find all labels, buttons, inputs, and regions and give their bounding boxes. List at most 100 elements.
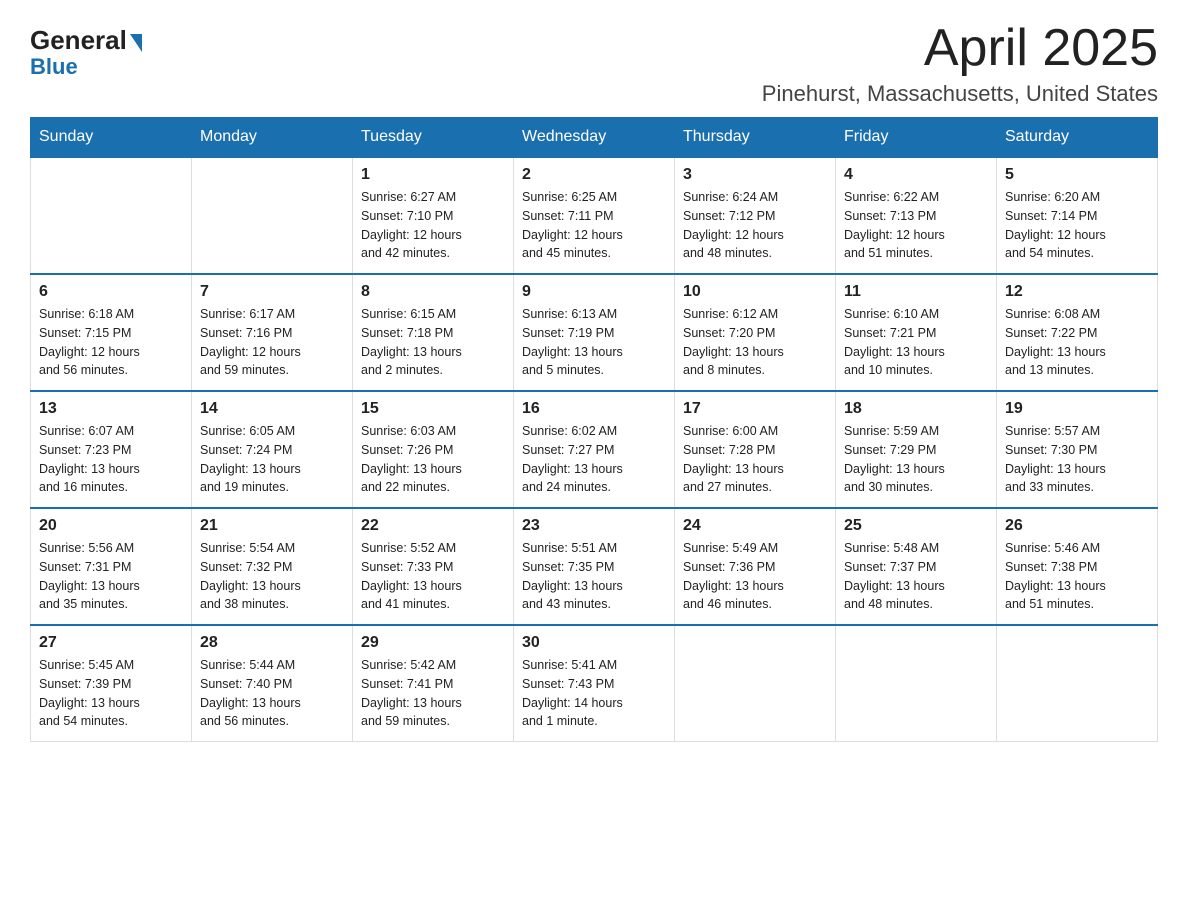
page-title: April 2025 bbox=[762, 20, 1158, 77]
calendar-cell: 12Sunrise: 6:08 AMSunset: 7:22 PMDayligh… bbox=[997, 274, 1158, 391]
day-info: Sunrise: 5:48 AMSunset: 7:37 PMDaylight:… bbox=[844, 539, 988, 614]
day-info: Sunrise: 6:13 AMSunset: 7:19 PMDaylight:… bbox=[522, 305, 666, 380]
day-number: 25 bbox=[844, 517, 988, 535]
day-number: 13 bbox=[39, 400, 183, 418]
calendar-cell: 14 Sunrise: 6:05 AMSunset: 7:24 PMDayligh… bbox=[192, 391, 353, 508]
day-info: Sunrise: 5:45 AMSunset: 7:39 PMDaylight:… bbox=[39, 656, 183, 731]
day-number: 4 bbox=[844, 166, 988, 184]
day-number: 22 bbox=[361, 517, 505, 535]
col-sunday: Sunday bbox=[31, 118, 192, 158]
calendar-body: 1Sunrise: 6:27 AMSunset: 7:10 PMDaylight… bbox=[31, 157, 1158, 742]
calendar-cell: 22 Sunrise: 5:52 AMSunset: 7:33 PMDayligh… bbox=[353, 508, 514, 625]
day-number: 17 bbox=[683, 400, 827, 418]
days-of-week-row: Sunday Monday Tuesday Wednesday Thursday… bbox=[31, 118, 1158, 158]
day-info: Sunrise: 5:52 AMSunset: 7:33 PMDaylight:… bbox=[361, 539, 505, 614]
day-info: Sunrise: 6:00 AMSunset: 7:28 PMDaylight:… bbox=[683, 422, 827, 497]
calendar-table: Sunday Monday Tuesday Wednesday Thursday… bbox=[30, 117, 1158, 742]
day-number: 19 bbox=[1005, 400, 1149, 418]
calendar-cell bbox=[675, 625, 836, 742]
calendar-week-2: 6 Sunrise: 6:18 AMSunset: 7:15 PMDaylight… bbox=[31, 274, 1158, 391]
calendar-cell: 16 Sunrise: 6:02 AMSunset: 7:27 PMDayligh… bbox=[514, 391, 675, 508]
calendar-cell: 4 Sunrise: 6:22 AMSunset: 7:13 PMDaylight… bbox=[836, 157, 997, 274]
col-friday: Friday bbox=[836, 118, 997, 158]
calendar-cell: 23 Sunrise: 5:51 AMSunset: 7:35 PMDayligh… bbox=[514, 508, 675, 625]
calendar-cell: 17 Sunrise: 6:00 AMSunset: 7:28 PMDayligh… bbox=[675, 391, 836, 508]
day-info: Sunrise: 5:44 AMSunset: 7:40 PMDaylight:… bbox=[200, 656, 344, 731]
calendar-week-3: 13 Sunrise: 6:07 AMSunset: 7:23 PMDayligh… bbox=[31, 391, 1158, 508]
col-tuesday: Tuesday bbox=[353, 118, 514, 158]
calendar-cell: 30 Sunrise: 5:41 AMSunset: 7:43 PMDayligh… bbox=[514, 625, 675, 742]
calendar-cell: 20 Sunrise: 5:56 AMSunset: 7:31 PMDayligh… bbox=[31, 508, 192, 625]
day-number: 27 bbox=[39, 634, 183, 652]
calendar-cell: 29Sunrise: 5:42 AMSunset: 7:41 PMDayligh… bbox=[353, 625, 514, 742]
calendar-cell: 19 Sunrise: 5:57 AMSunset: 7:30 PMDayligh… bbox=[997, 391, 1158, 508]
day-info: Sunrise: 6:12 AMSunset: 7:20 PMDaylight:… bbox=[683, 305, 827, 380]
day-info: Sunrise: 6:02 AMSunset: 7:27 PMDaylight:… bbox=[522, 422, 666, 497]
day-info: Sunrise: 6:24 AMSunset: 7:12 PMDaylight:… bbox=[683, 188, 827, 263]
day-info: Sunrise: 5:49 AMSunset: 7:36 PMDaylight:… bbox=[683, 539, 827, 614]
day-info: Sunrise: 5:41 AMSunset: 7:43 PMDaylight:… bbox=[522, 656, 666, 731]
calendar-cell: 10 Sunrise: 6:12 AMSunset: 7:20 PMDayligh… bbox=[675, 274, 836, 391]
day-number: 12 bbox=[1005, 283, 1149, 301]
day-number: 24 bbox=[683, 517, 827, 535]
day-info: Sunrise: 5:51 AMSunset: 7:35 PMDaylight:… bbox=[522, 539, 666, 614]
day-number: 11 bbox=[844, 283, 988, 301]
calendar-cell: 15 Sunrise: 6:03 AMSunset: 7:26 PMDayligh… bbox=[353, 391, 514, 508]
calendar-cell: 21Sunrise: 5:54 AMSunset: 7:32 PMDayligh… bbox=[192, 508, 353, 625]
calendar-week-4: 20 Sunrise: 5:56 AMSunset: 7:31 PMDayligh… bbox=[31, 508, 1158, 625]
calendar-cell: 25 Sunrise: 5:48 AMSunset: 7:37 PMDayligh… bbox=[836, 508, 997, 625]
calendar-cell: 27 Sunrise: 5:45 AMSunset: 7:39 PMDayligh… bbox=[31, 625, 192, 742]
day-number: 18 bbox=[844, 400, 988, 418]
day-info: Sunrise: 6:25 AMSunset: 7:11 PMDaylight:… bbox=[522, 188, 666, 263]
day-number: 15 bbox=[361, 400, 505, 418]
logo: General Blue bbox=[30, 20, 142, 80]
day-info: Sunrise: 6:18 AMSunset: 7:15 PMDaylight:… bbox=[39, 305, 183, 380]
calendar-cell: 3Sunrise: 6:24 AMSunset: 7:12 PMDaylight… bbox=[675, 157, 836, 274]
calendar-cell: 18 Sunrise: 5:59 AMSunset: 7:29 PMDayligh… bbox=[836, 391, 997, 508]
day-info: Sunrise: 6:22 AMSunset: 7:13 PMDaylight:… bbox=[844, 188, 988, 263]
day-info: Sunrise: 6:20 AMSunset: 7:14 PMDaylight:… bbox=[1005, 188, 1149, 263]
logo-general-text: General bbox=[30, 25, 142, 56]
day-number: 8 bbox=[361, 283, 505, 301]
day-number: 20 bbox=[39, 517, 183, 535]
day-number: 7 bbox=[200, 283, 344, 301]
calendar-cell: 8 Sunrise: 6:15 AMSunset: 7:18 PMDaylight… bbox=[353, 274, 514, 391]
calendar-cell: 2Sunrise: 6:25 AMSunset: 7:11 PMDaylight… bbox=[514, 157, 675, 274]
page-subtitle: Pinehurst, Massachusetts, United States bbox=[762, 81, 1158, 107]
day-number: 26 bbox=[1005, 517, 1149, 535]
day-info: Sunrise: 6:03 AMSunset: 7:26 PMDaylight:… bbox=[361, 422, 505, 497]
col-wednesday: Wednesday bbox=[514, 118, 675, 158]
day-info: Sunrise: 5:57 AMSunset: 7:30 PMDaylight:… bbox=[1005, 422, 1149, 497]
calendar-cell bbox=[836, 625, 997, 742]
day-info: Sunrise: 6:05 AMSunset: 7:24 PMDaylight:… bbox=[200, 422, 344, 497]
calendar-cell bbox=[192, 157, 353, 274]
day-number: 30 bbox=[522, 634, 666, 652]
day-number: 29 bbox=[361, 634, 505, 652]
col-saturday: Saturday bbox=[997, 118, 1158, 158]
day-number: 23 bbox=[522, 517, 666, 535]
calendar-cell: 9Sunrise: 6:13 AMSunset: 7:19 PMDaylight… bbox=[514, 274, 675, 391]
calendar-cell: 26Sunrise: 5:46 AMSunset: 7:38 PMDayligh… bbox=[997, 508, 1158, 625]
day-number: 6 bbox=[39, 283, 183, 301]
col-monday: Monday bbox=[192, 118, 353, 158]
day-info: Sunrise: 5:56 AMSunset: 7:31 PMDaylight:… bbox=[39, 539, 183, 614]
page-header: General Blue April 2025 Pinehurst, Massa… bbox=[30, 20, 1158, 107]
day-number: 5 bbox=[1005, 166, 1149, 184]
calendar-cell: 5 Sunrise: 6:20 AMSunset: 7:14 PMDaylight… bbox=[997, 157, 1158, 274]
day-number: 10 bbox=[683, 283, 827, 301]
calendar-week-1: 1Sunrise: 6:27 AMSunset: 7:10 PMDaylight… bbox=[31, 157, 1158, 274]
day-number: 16 bbox=[522, 400, 666, 418]
day-number: 14 bbox=[200, 400, 344, 418]
day-number: 1 bbox=[361, 166, 505, 184]
day-number: 28 bbox=[200, 634, 344, 652]
day-info: Sunrise: 6:17 AMSunset: 7:16 PMDaylight:… bbox=[200, 305, 344, 380]
day-info: Sunrise: 6:07 AMSunset: 7:23 PMDaylight:… bbox=[39, 422, 183, 497]
calendar-cell: 13 Sunrise: 6:07 AMSunset: 7:23 PMDayligh… bbox=[31, 391, 192, 508]
day-number: 21 bbox=[200, 517, 344, 535]
calendar-cell: 1Sunrise: 6:27 AMSunset: 7:10 PMDaylight… bbox=[353, 157, 514, 274]
calendar-cell: 7 Sunrise: 6:17 AMSunset: 7:16 PMDaylight… bbox=[192, 274, 353, 391]
day-info: Sunrise: 6:15 AMSunset: 7:18 PMDaylight:… bbox=[361, 305, 505, 380]
logo-general-label: General bbox=[30, 25, 127, 56]
col-thursday: Thursday bbox=[675, 118, 836, 158]
day-info: Sunrise: 5:59 AMSunset: 7:29 PMDaylight:… bbox=[844, 422, 988, 497]
